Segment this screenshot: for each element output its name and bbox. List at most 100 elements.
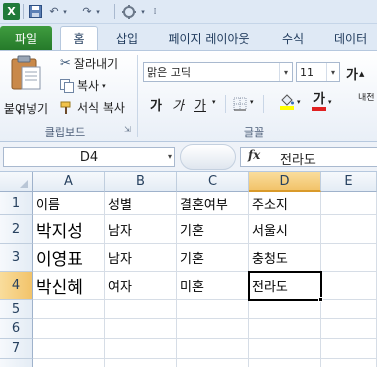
cell-a6[interactable] <box>33 319 105 339</box>
customize-quick-access-icon[interactable]: ⁞ <box>150 3 160 20</box>
cell-d7[interactable] <box>249 339 321 359</box>
cell-d8[interactable] <box>249 359 321 367</box>
cell-b1[interactable]: 성별 <box>105 192 177 215</box>
cell-b2[interactable]: 남자 <box>105 215 177 244</box>
paste-button[interactable]: 붙여넣기 <box>4 55 48 117</box>
cell-e2[interactable] <box>321 215 377 244</box>
clipboard-dialog-launcher-icon[interactable]: ⇲ <box>124 125 131 134</box>
tab-home[interactable]: 홈 <box>60 26 98 50</box>
format-painter-button[interactable]: 서식 복사 <box>60 99 125 116</box>
row-header-3[interactable]: 3 <box>0 244 33 272</box>
underline-dropdown-icon[interactable]: ▾ <box>212 98 216 106</box>
save-icon[interactable] <box>27 3 43 20</box>
cell-b4[interactable]: 여자 <box>105 272 177 300</box>
bold-button[interactable]: 가 <box>150 95 162 114</box>
row-header-4[interactable]: 4 <box>0 272 33 300</box>
cell-a3[interactable]: 이영표 <box>33 244 105 272</box>
tab-data[interactable]: 데이터 <box>326 26 377 50</box>
font-color-dropdown-icon[interactable]: ▾ <box>328 98 332 106</box>
fill-color-dropdown-icon[interactable]: ▾ <box>297 98 301 106</box>
row-header-8[interactable] <box>0 359 33 367</box>
cell-d4[interactable]: 전라도 <box>249 272 321 300</box>
column-header-c[interactable]: C <box>177 172 249 192</box>
customize-tool-icon[interactable] <box>120 3 138 20</box>
cell-a1[interactable]: 이름 <box>33 192 105 215</box>
redo-dropdown-icon[interactable]: ▾ <box>94 3 102 20</box>
font-color-button[interactable]: 가 <box>312 93 326 111</box>
column-header-e[interactable]: E <box>321 172 377 192</box>
cell-c6[interactable] <box>177 319 249 339</box>
tab-formulas[interactable]: 수식 <box>270 26 316 50</box>
borders-button[interactable] <box>233 97 247 111</box>
cut-button[interactable]: ✂ 잘라내기 <box>60 55 118 72</box>
tab-file[interactable]: 파일 <box>0 26 52 50</box>
cell-d2[interactable]: 서울시 <box>249 215 321 244</box>
row-header-5[interactable]: 5 <box>0 300 33 319</box>
copy-icon <box>60 78 74 93</box>
cell-b8[interactable] <box>105 359 177 367</box>
select-all-corner[interactable] <box>0 172 33 192</box>
cell-a2[interactable]: 박지성 <box>33 215 105 244</box>
cell-c7[interactable] <box>177 339 249 359</box>
redo-icon[interactable]: ↷ <box>80 3 94 20</box>
cell-e1[interactable] <box>321 192 377 215</box>
cell-a7[interactable] <box>33 339 105 359</box>
row-header-7[interactable]: 7 <box>0 339 33 359</box>
cell-d6[interactable] <box>249 319 321 339</box>
borders-dropdown-icon[interactable]: ▾ <box>250 98 254 106</box>
cell-e6[interactable] <box>321 319 377 339</box>
cell-c3[interactable]: 기혼 <box>177 244 249 272</box>
tab-insert[interactable]: 삽입 <box>104 26 150 50</box>
phonetic-guide-button[interactable]: 내천 <box>358 93 377 103</box>
column-header-d[interactable]: D <box>249 172 321 192</box>
cell-e7[interactable] <box>321 339 377 359</box>
fill-handle[interactable] <box>318 297 323 302</box>
fill-color-button[interactable] <box>280 94 294 110</box>
cell-d1[interactable]: 주소지 <box>249 192 321 215</box>
cell-b5[interactable] <box>105 300 177 319</box>
cell-a5[interactable] <box>33 300 105 319</box>
excel-app-icon[interactable]: X <box>3 3 20 20</box>
cell-b6[interactable] <box>105 319 177 339</box>
cell-c5[interactable] <box>177 300 249 319</box>
undo-icon[interactable]: ↶ <box>47 3 61 20</box>
column-header-b[interactable]: B <box>105 172 177 192</box>
name-box[interactable]: D4 ▾ <box>3 147 175 167</box>
font-name-value: 맑은 고딕 <box>147 66 191 79</box>
cell-b7[interactable] <box>105 339 177 359</box>
cell-e4[interactable] <box>321 272 377 300</box>
row-header-2[interactable]: 2 <box>0 215 33 244</box>
insert-function-icon[interactable]: fx <box>248 148 260 162</box>
font-name-combo[interactable]: 맑은 고딕 ▾ <box>143 62 293 82</box>
quick-access-dropdown-icon[interactable]: ▾ <box>139 3 147 20</box>
grow-font-button[interactable]: 가 ▲ <box>346 64 364 83</box>
cell-e5[interactable] <box>321 300 377 319</box>
cell-d5[interactable] <box>249 300 321 319</box>
font-size-combo[interactable]: 11 ▾ <box>296 62 340 82</box>
cell-c2[interactable]: 기혼 <box>177 215 249 244</box>
copy-button[interactable]: 복사 ▾ <box>60 77 106 94</box>
column-header-a[interactable]: A <box>33 172 105 192</box>
font-name-dropdown-icon[interactable]: ▾ <box>279 63 292 81</box>
cell-c4[interactable]: 미혼 <box>177 272 249 300</box>
row-header-1[interactable]: 1 <box>0 192 33 215</box>
cell-e3[interactable] <box>321 244 377 272</box>
worksheet-grid[interactable]: A B C D E 1 2 3 4 5 6 7 이름 성별 결혼여부 주소지 박… <box>0 172 377 367</box>
name-box-dropdown-icon[interactable]: ▾ <box>168 148 172 166</box>
copy-dropdown-icon[interactable]: ▾ <box>102 82 106 90</box>
cell-a4[interactable]: 박신혜 <box>33 272 105 300</box>
cell-e8[interactable] <box>321 359 377 367</box>
cell-d3[interactable]: 충청도 <box>249 244 321 272</box>
cell-c8[interactable] <box>177 359 249 367</box>
cell-b3[interactable]: 남자 <box>105 244 177 272</box>
tab-page-layout[interactable]: 페이지 레이아웃 <box>154 26 264 50</box>
cell-c1[interactable]: 결혼여부 <box>177 192 249 215</box>
underline-button[interactable]: 가 <box>194 95 206 114</box>
font-group-label: 글꼴 <box>243 126 265 139</box>
cell-a8[interactable] <box>33 359 105 367</box>
paste-dropdown-icon[interactable]: ▾ <box>18 109 22 117</box>
italic-button[interactable]: 가 <box>172 95 184 114</box>
undo-dropdown-icon[interactable]: ▾ <box>61 3 69 20</box>
font-size-dropdown-icon[interactable]: ▾ <box>326 63 339 81</box>
row-header-6[interactable]: 6 <box>0 319 33 339</box>
